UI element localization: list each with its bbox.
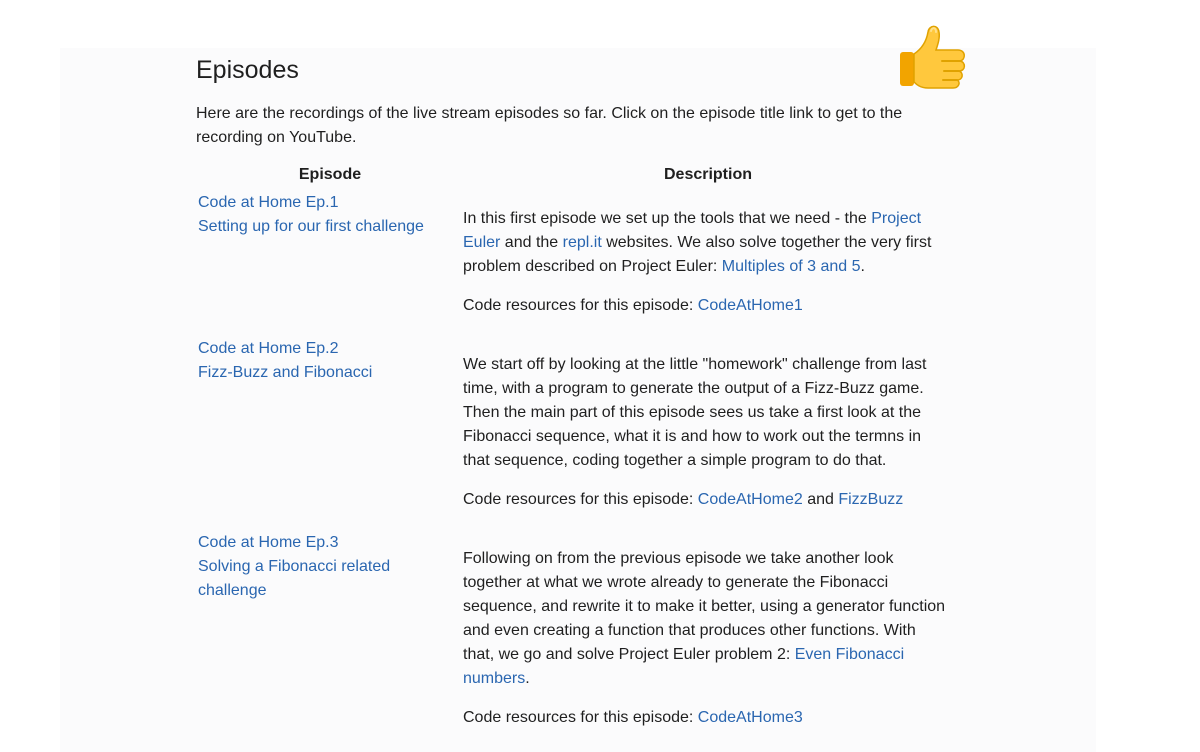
episode-3-number: Code at Home Ep.3 (198, 534, 339, 551)
description-cell: Following on from the previous episode w… (462, 531, 954, 749)
table-row: Code at Home Ep.2 Fizz-Buzz and Fibonacc… (198, 337, 954, 531)
episode-2-number: Code at Home Ep.2 (198, 340, 339, 357)
codeathome2-link[interactable]: CodeAtHome2 (698, 491, 803, 508)
episode-3-description: Following on from the previous episode w… (463, 550, 946, 687)
table-row: Code at Home Ep.1 Setting up for our fir… (198, 191, 954, 337)
intro-text: Here are the recordings of the live stre… (196, 105, 903, 146)
codeathome1-link[interactable]: CodeAtHome1 (698, 297, 803, 314)
episode-1-number: Code at Home Ep.1 (198, 194, 339, 211)
episode-cell: Code at Home Ep.1 Setting up for our fir… (198, 191, 462, 337)
table-header-row: Episode Description (198, 163, 954, 191)
episode-1-description: In this first episode we set up the tool… (463, 210, 932, 275)
episode-cell: Code at Home Ep.3 Solving a Fibonacci re… (198, 531, 462, 749)
fizzbuzz-link[interactable]: FizzBuzz (838, 491, 903, 508)
episode-2-description: We start off by looking at the little "h… (463, 356, 927, 469)
header-episode: Episode (298, 166, 362, 183)
description-cell: We start off by looking at the little "h… (462, 337, 954, 531)
episode-2-link[interactable]: Code at Home Ep.2 Fizz-Buzz and Fibonacc… (198, 337, 462, 385)
episode-3-title: Solving a Fibonacci related challenge (198, 558, 391, 599)
episodes-section: Episodes Here are the recordings of the … (196, 54, 956, 749)
episode-1-resources: Code resources for this episode: CodeAtH… (463, 297, 803, 314)
multiples-of-3-and-5-link[interactable]: Multiples of 3 and 5 (722, 258, 861, 275)
episode-1-title: Setting up for our first challenge (198, 218, 424, 235)
episode-3-resources: Code resources for this episode: CodeAtH… (463, 709, 803, 726)
codeathome3-link[interactable]: CodeAtHome3 (698, 709, 803, 726)
replit-link[interactable]: repl.it (563, 234, 602, 251)
section-title: Episodes (196, 56, 299, 84)
episode-2-resources: Code resources for this episode: CodeAtH… (463, 491, 904, 508)
episode-cell: Code at Home Ep.2 Fizz-Buzz and Fibonacc… (198, 337, 462, 531)
episode-2-title: Fizz-Buzz and Fibonacci (198, 364, 373, 381)
episode-1-link[interactable]: Code at Home Ep.1 Setting up for our fir… (198, 191, 462, 239)
episodes-table: Episode Description Code at Home Ep.1 Se… (198, 163, 954, 749)
table-row: Code at Home Ep.3 Solving a Fibonacci re… (198, 531, 954, 749)
episode-3-link[interactable]: Code at Home Ep.3 Solving a Fibonacci re… (198, 531, 462, 603)
header-description: Description (663, 166, 752, 183)
description-cell: In this first episode we set up the tool… (462, 191, 954, 337)
